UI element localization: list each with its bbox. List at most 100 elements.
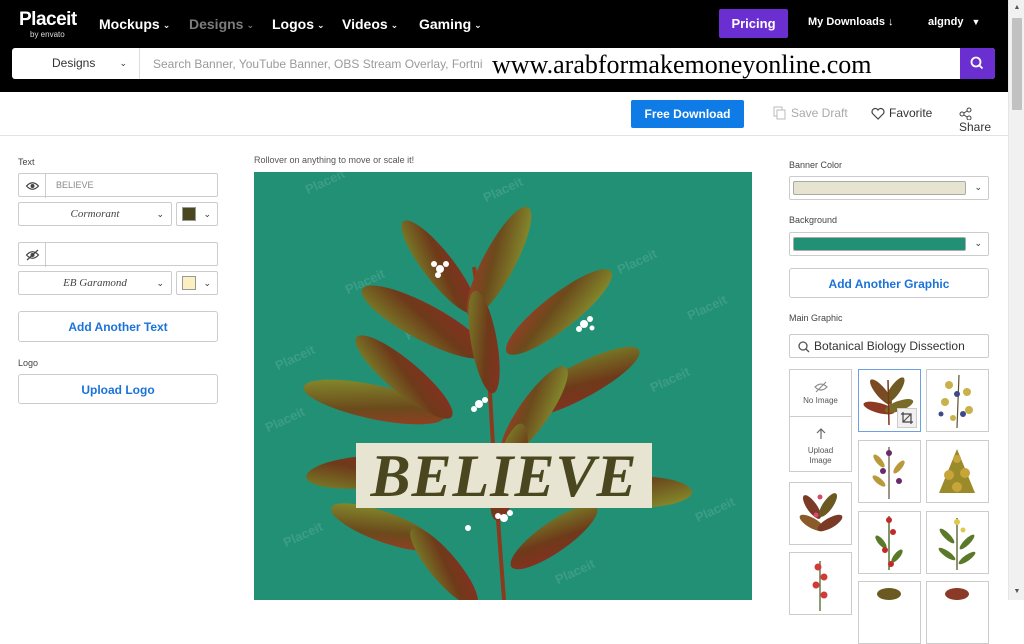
chevron-down-icon: ⌄	[119, 58, 127, 68]
graphic-search-field[interactable]: Botanical Biology Dissection	[789, 334, 989, 358]
placeit-logo[interactable]: Placeit by envato	[19, 9, 77, 40]
red-flower-thumb	[812, 561, 828, 611]
visibility-toggle[interactable]	[19, 174, 46, 198]
graphic-thumb-4[interactable]	[926, 440, 989, 503]
chevron-down-icon: ⌄	[390, 20, 399, 30]
graphic-thumb-6[interactable]	[858, 511, 921, 574]
red-berry-thumb	[875, 516, 903, 570]
crop-glyph	[901, 412, 913, 424]
upload-logo-button[interactable]: Upload Logo	[18, 374, 218, 404]
banner-color-label: Banner Color	[789, 160, 843, 170]
add-another-text-button[interactable]: Add Another Text	[18, 311, 218, 342]
category-select-value: Designs	[52, 56, 96, 70]
chevron-down-icon: ⌄	[974, 182, 982, 192]
chevron-down-icon: ⌄	[156, 278, 164, 288]
headline-text[interactable]: BELIEVE	[356, 443, 652, 509]
chevron-down-icon: ⌄	[156, 209, 164, 219]
free-download-button[interactable]: Free Download	[631, 100, 744, 128]
copy-icon	[773, 106, 786, 120]
nav-mockups[interactable]: Mockups ⌄	[99, 15, 170, 34]
background-color-select[interactable]: ⌄	[789, 232, 989, 256]
eye-off-icon	[25, 249, 40, 261]
graphic-thumb-2[interactable]	[926, 369, 989, 432]
background-label: Background	[789, 215, 838, 225]
share-icon	[959, 107, 972, 121]
search-button[interactable]	[960, 48, 995, 79]
graphic-thumb-10[interactable]	[926, 581, 989, 644]
font1-color-picker[interactable]: ⌄	[176, 202, 218, 226]
font2-select[interactable]: EB Garamond ⌄	[18, 271, 172, 295]
banner-color-swatch	[793, 181, 966, 195]
nav-logos[interactable]: Logos ⌄	[272, 15, 325, 34]
page-scrollbar[interactable]: ▲ ▼	[1008, 0, 1024, 600]
graphic-search-input[interactable]: Botanical Biology Dissection	[814, 335, 965, 357]
eye-icon	[25, 182, 40, 190]
text1-field[interactable]: BELIEVE	[18, 173, 218, 198]
graphic-thumb-9[interactable]	[858, 581, 921, 644]
share-button[interactable]: Share	[959, 106, 1008, 134]
action-bar: Free Download Save Draft Favorite Share	[0, 92, 1008, 136]
pricing-button[interactable]: Pricing	[719, 9, 788, 38]
top-navigation: Placeit by envato Mockups ⌄ Designs ⌄ Logo…	[0, 0, 1008, 92]
user-menu[interactable]: algndy ▼	[928, 16, 980, 28]
yellow-bush-thumb	[939, 449, 975, 493]
logo-byline: by envato	[30, 30, 65, 39]
search-input[interactable]	[153, 48, 483, 79]
text2-field[interactable]	[18, 242, 218, 267]
graphic-thumb-8[interactable]	[789, 552, 852, 615]
nav-designs[interactable]: Designs ⌄	[189, 15, 254, 34]
chevron-down-icon: ⌄	[317, 20, 325, 30]
chevron-down-icon: ⌄	[162, 20, 171, 30]
nav-videos[interactable]: Videos ⌄	[342, 15, 398, 34]
favorite-button[interactable]: Favorite	[871, 106, 932, 120]
upload-image-label: Upload Image	[807, 446, 834, 465]
crop-icon[interactable]	[897, 408, 917, 428]
scroll-up-arrow-icon[interactable]: ▲	[1009, 0, 1024, 16]
flower-graphic-thumb	[938, 374, 973, 429]
logo-wordmark: Placeit	[19, 9, 77, 30]
scroll-thumb[interactable]	[1012, 18, 1022, 110]
save-draft-button[interactable]: Save Draft	[773, 106, 848, 120]
scroll-down-arrow-icon[interactable]: ▼	[1009, 584, 1024, 600]
background-color-swatch	[793, 237, 966, 251]
nav-logos-label: Logos	[272, 16, 314, 32]
save-draft-label: Save Draft	[791, 106, 848, 120]
upload-image-option[interactable]: Upload Image	[789, 416, 852, 472]
headline-banner[interactable]: BELIEVE	[356, 443, 652, 509]
chevron-down-icon: ⌄	[203, 278, 211, 288]
red-leaf-thumb	[799, 493, 843, 532]
graphic-thumb-1[interactable]	[858, 369, 921, 432]
graphic-thumb-3[interactable]	[858, 440, 921, 503]
nav-designs-label: Designs	[189, 16, 244, 32]
design-canvas[interactable]: Placeit Placeit Placeit Placeit Placeit …	[254, 172, 752, 600]
favorite-label: Favorite	[889, 106, 933, 120]
font2-color-picker[interactable]: ⌄	[176, 271, 218, 295]
no-image-label: No Image	[803, 396, 838, 405]
nav-mockups-label: Mockups	[99, 16, 160, 32]
nav-videos-label: Videos	[342, 16, 388, 32]
font2-value: EB Garamond	[63, 277, 127, 289]
add-another-graphic-button[interactable]: Add Another Graphic	[789, 268, 989, 298]
share-label: Share	[959, 120, 992, 134]
search-bar: Designs ⌄ www.arabformakemoneyonline.com	[12, 48, 995, 79]
search-icon	[970, 56, 984, 70]
nav-gaming[interactable]: Gaming ⌄	[419, 15, 482, 34]
chevron-down-icon: ⌄	[974, 238, 982, 248]
font1-select[interactable]: Cormorant ⌄	[18, 202, 172, 226]
graphic-thumb-5[interactable]	[789, 482, 852, 545]
my-downloads-menu[interactable]: My Downloads ↓	[808, 16, 894, 28]
chevron-down-icon: ⌄	[474, 20, 482, 30]
category-select[interactable]: Designs ⌄	[12, 48, 140, 79]
search-icon	[798, 341, 810, 353]
banner-color-select[interactable]: ⌄	[789, 176, 989, 200]
text1-input[interactable]: BELIEVE	[56, 174, 94, 196]
overlay-url-text: www.arabformakemoneyonline.com	[492, 50, 872, 79]
chevron-down-icon: ⌄	[203, 209, 211, 219]
purple-flower-thumb	[872, 447, 905, 499]
username: algndy	[928, 16, 964, 28]
botanical-leaves-graphic[interactable]	[254, 172, 752, 600]
font1-value: Cormorant	[70, 208, 120, 220]
main-graphic-label: Main Graphic	[789, 313, 843, 323]
graphic-thumb-7[interactable]	[926, 511, 989, 574]
visibility-toggle[interactable]	[19, 243, 46, 267]
